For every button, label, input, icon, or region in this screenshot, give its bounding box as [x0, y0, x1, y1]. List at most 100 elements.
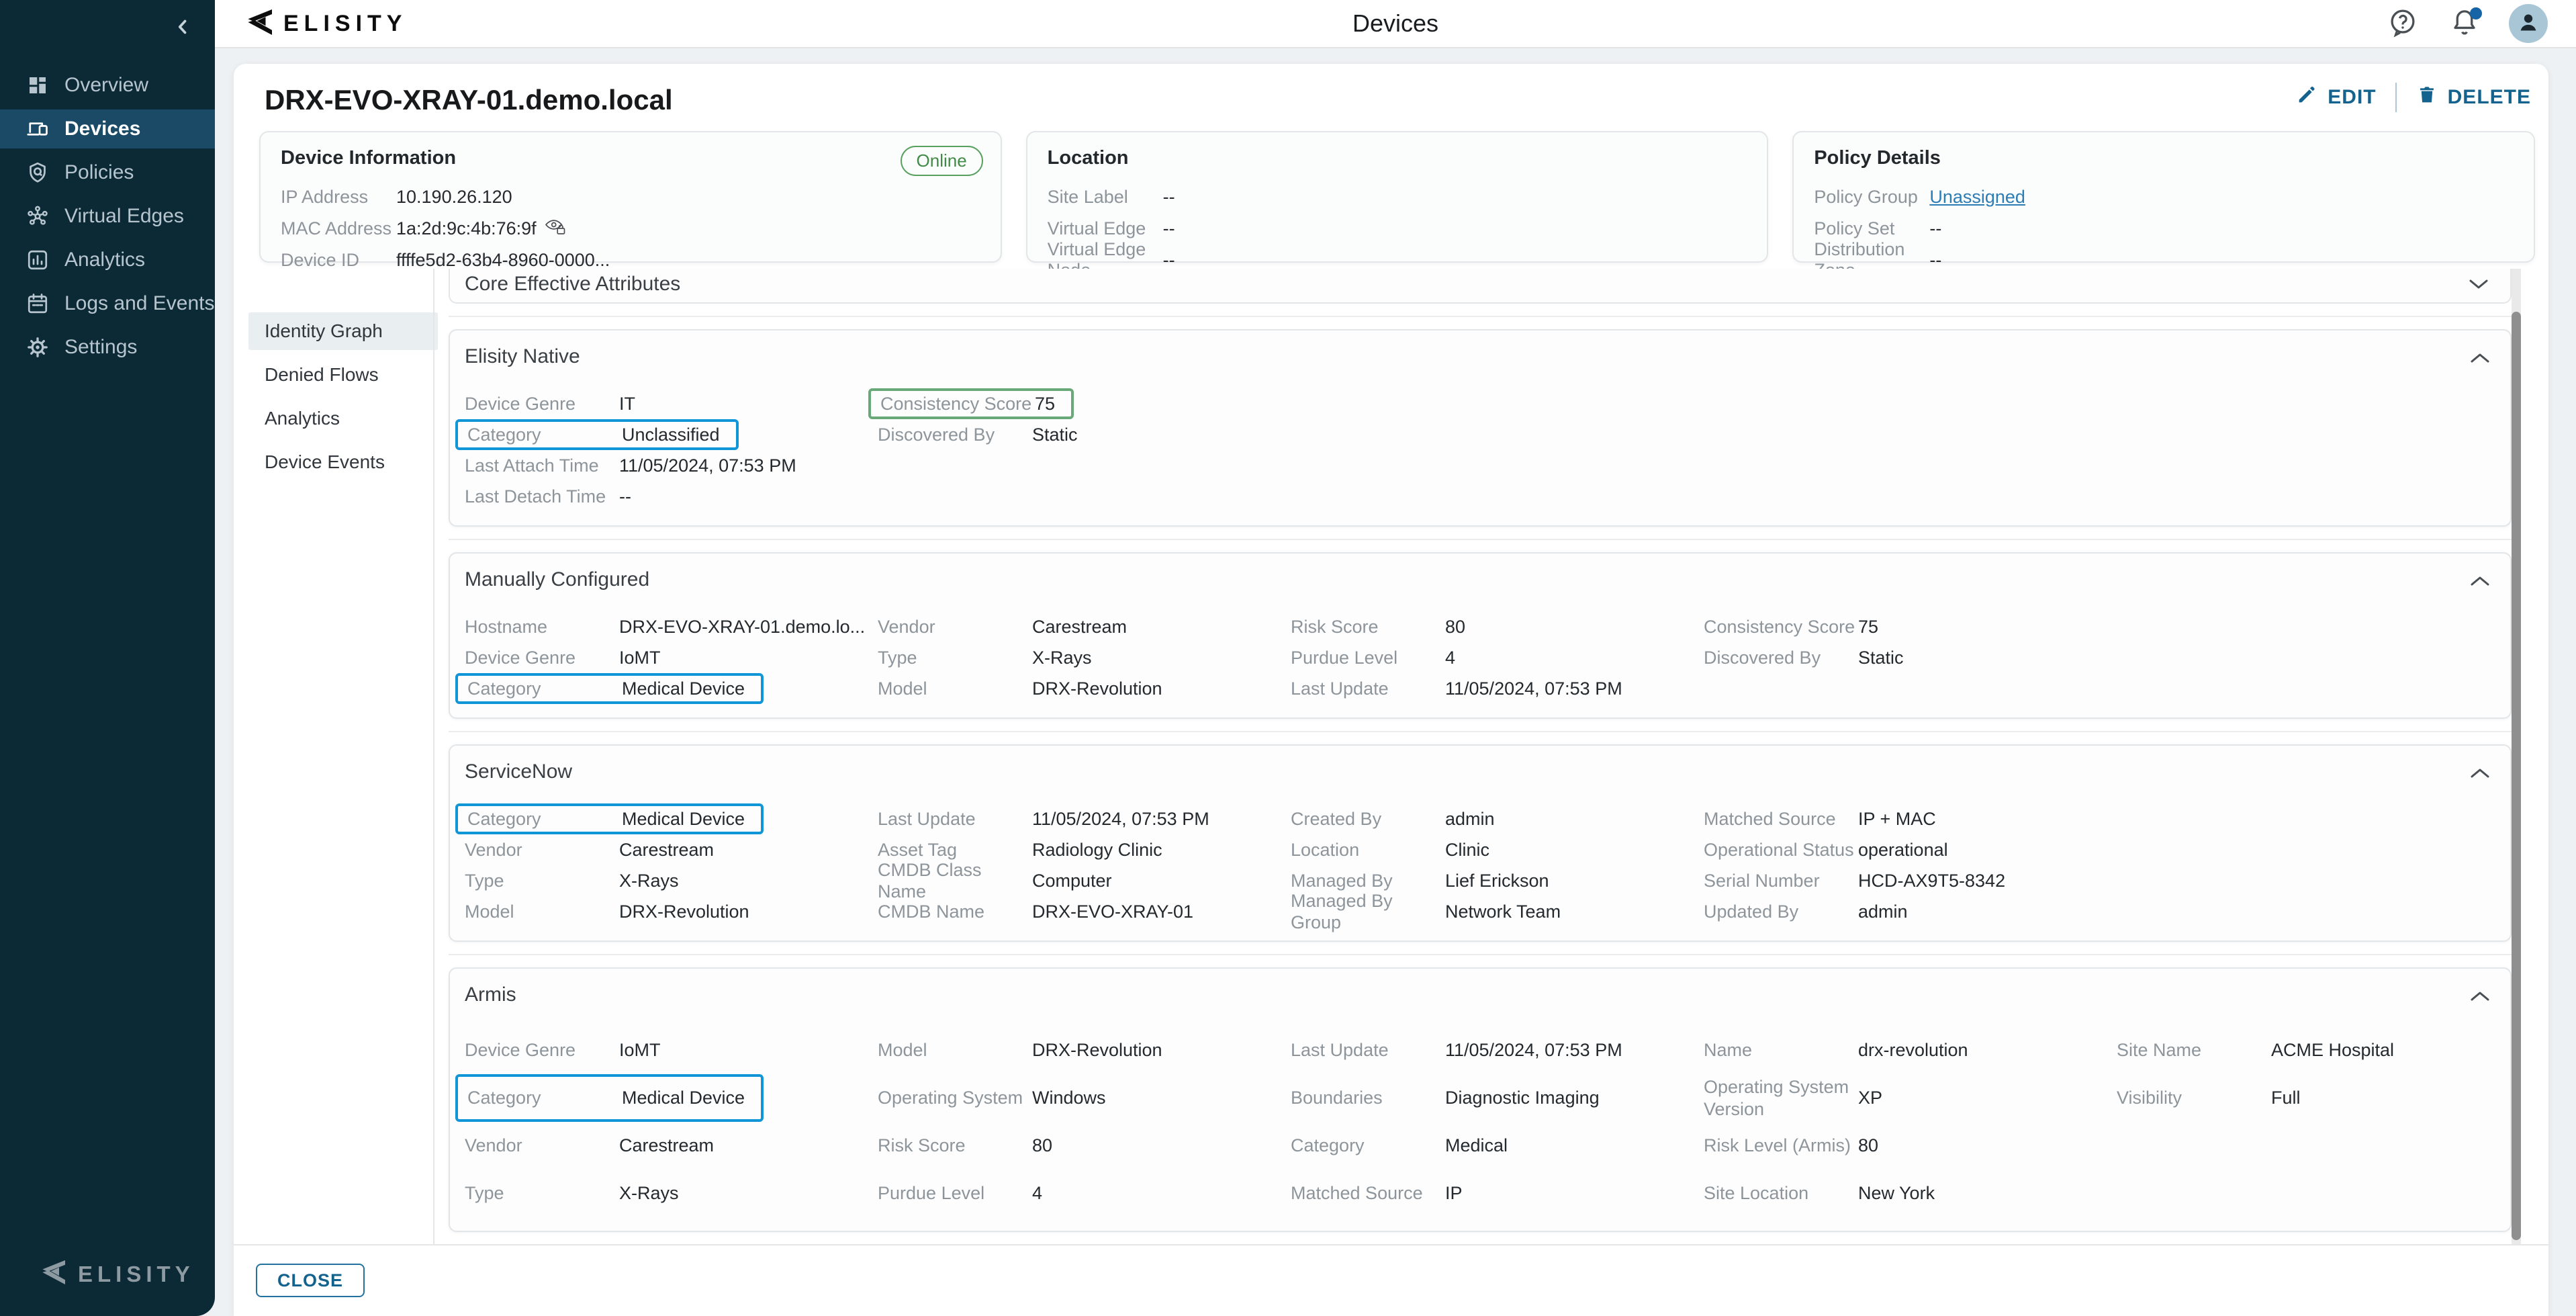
chevron-up-icon[interactable]	[2469, 351, 2491, 365]
field-label: CMDB Class Name	[878, 859, 1032, 903]
field-label: Created By	[1291, 808, 1445, 830]
field-last-update: Last Update11/05/2024, 07:53 PM	[1291, 1026, 1704, 1074]
shield-icon	[26, 161, 50, 185]
field-last-detach-time: Last Detach Time--	[465, 481, 878, 512]
field-last-update: Last Update11/05/2024, 07:53 PM	[1291, 673, 1704, 704]
sidebar-item-virtual-edges[interactable]: Virtual Edges	[0, 197, 215, 236]
page-header-title: Devices	[215, 0, 2576, 47]
edit-button[interactable]: EDIT	[2295, 83, 2376, 112]
chevron-up-icon[interactable]	[2469, 766, 2491, 781]
field-label: Model	[878, 678, 1032, 699]
field-operating-system-version: Operating System VersionXP	[1704, 1074, 2117, 1122]
field-model: ModelDRX-Revolution	[878, 1026, 1291, 1074]
section-manually-configured: Manually ConfiguredHostnameDRX-EVO-XRAY-…	[449, 552, 2512, 719]
field-label: Type	[465, 1182, 619, 1204]
chevron-down-icon[interactable]	[2467, 277, 2490, 292]
tab-device-events[interactable]: Device Events	[248, 443, 438, 481]
field-value: --	[619, 486, 631, 507]
tab-analytics[interactable]: Analytics	[248, 400, 438, 437]
sidebar-item-overview[interactable]: Overview	[0, 66, 215, 105]
field-label: Category	[467, 808, 622, 830]
field-value: Medical Device	[622, 1088, 745, 1108]
sidebar-menu: Overview Devices Policies Virtual Edges Anal…	[0, 66, 215, 371]
section-armis: ArmisDevice GenreIoMTCategoryMedical Dev…	[449, 967, 2512, 1232]
field-value: drx-revolution	[1858, 1040, 1968, 1061]
tab-identity-graph[interactable]: Identity Graph	[248, 312, 438, 350]
field-cmdb-class-name: CMDB Class NameComputer	[878, 865, 1291, 896]
field-label: Last Update	[1291, 678, 1445, 699]
chevron-up-icon[interactable]	[2469, 574, 2491, 588]
chevron-left-icon	[171, 15, 194, 42]
section-title: Manually Configured	[465, 568, 2491, 591]
highlighted-field-category: CategoryUnclassified	[455, 419, 739, 450]
field-category: CategoryMedical	[1291, 1122, 1704, 1170]
field-value: DRX-EVO-XRAY-01	[1032, 902, 1193, 922]
card-title: Location	[1048, 147, 1747, 169]
field-label: Purdue Level	[878, 1182, 1032, 1204]
field-label: Boundaries	[1291, 1087, 1445, 1108]
tab-denied-flows[interactable]: Denied Flows	[248, 356, 438, 394]
field-label: Operating System Version	[1704, 1076, 1858, 1120]
field-label: Risk Level (Armis)	[1704, 1135, 1858, 1156]
close-button[interactable]: CLOSE	[256, 1264, 365, 1297]
ip-address-value: 10.190.26.120	[396, 187, 512, 208]
field-value: New York	[1858, 1183, 1935, 1204]
field-label: Hostname	[465, 616, 619, 638]
device-information-card: Device Information Online IP Address 10.…	[259, 131, 1002, 263]
section-title: ServiceNow	[465, 760, 2491, 783]
device-title: DRX-EVO-XRAY-01.demo.local	[265, 84, 673, 116]
field-label: Updated By	[1704, 901, 1858, 922]
field-last-update: Last Update11/05/2024, 07:53 PM	[878, 803, 1291, 834]
field-label: Operating System	[878, 1087, 1032, 1108]
field-value: 75	[1035, 394, 1055, 414]
field-label: Last Update	[1291, 1039, 1445, 1061]
notifications-button[interactable]	[2447, 6, 2482, 41]
sidebar-item-settings[interactable]: Settings	[0, 328, 215, 367]
field-type: TypeX-Rays	[878, 642, 1291, 673]
field-value: Computer	[1032, 871, 1112, 891]
field-value: Radiology Clinic	[1032, 840, 1162, 861]
device-actions: EDIT DELETE	[2295, 83, 2531, 112]
field-label: Category	[467, 424, 622, 445]
section-separator	[449, 954, 2512, 955]
status-badge: Online	[901, 146, 983, 176]
field-vendor: VendorCarestream	[878, 611, 1291, 642]
field-label: Purdue Level	[1291, 647, 1445, 668]
policy-group-link[interactable]: Unassigned	[1929, 187, 2025, 208]
field-value: Static	[1858, 648, 1904, 668]
field-site-name: Site NameACME Hospital	[2117, 1026, 2530, 1074]
sidebar-item-label: Analytics	[64, 249, 145, 271]
user-avatar[interactable]	[2509, 4, 2548, 43]
field-name: Namedrx-revolution	[1704, 1026, 2117, 1074]
topbar: ELISITY Devices	[215, 0, 2576, 48]
field-value: 75	[1858, 617, 1878, 638]
tabs-content-divider	[433, 269, 434, 1244]
field-label: Risk Score	[878, 1135, 1032, 1156]
field-value: HCD-AX9T5-8342	[1858, 871, 2005, 891]
sidebar-item-analytics[interactable]: Analytics	[0, 240, 215, 279]
sidebar-item-logs-and-events[interactable]: Logs and Events	[0, 284, 215, 323]
field-value: X-Rays	[1032, 648, 1092, 668]
field-type: TypeX-Rays	[465, 865, 878, 896]
sidebar-collapse-button[interactable]	[168, 13, 197, 43]
scrollbar-thumb[interactable]	[2512, 312, 2521, 1240]
card-row: Policy Set --	[1814, 217, 2514, 240]
field-label: Category	[467, 1087, 622, 1108]
delete-button[interactable]: DELETE	[2416, 83, 2531, 112]
help-button[interactable]	[2385, 6, 2420, 41]
mac-privacy-icon[interactable]	[545, 218, 566, 240]
summary-cards-row: Device Information Online IP Address 10.…	[259, 131, 2535, 263]
policy-details-card: Policy Details Policy Group Unassigned P…	[1792, 131, 2535, 263]
field-label: Consistency Score	[1704, 616, 1858, 638]
field-label: CMDB Name	[878, 901, 1032, 922]
sidebar-item-policies[interactable]: Policies	[0, 153, 215, 192]
chevron-up-icon[interactable]	[2469, 989, 2491, 1004]
field-value: 11/05/2024, 07:53 PM	[1445, 678, 1622, 699]
field-label: Managed By Group	[1291, 890, 1445, 934]
field-label: Location	[1291, 839, 1445, 861]
sidebar-item-devices[interactable]: Devices	[0, 109, 215, 148]
field-location: LocationClinic	[1291, 834, 1704, 865]
field-label: Serial Number	[1704, 870, 1858, 891]
field-serial-number: Serial NumberHCD-AX9T5-8342	[1704, 865, 2117, 896]
field-operational-status: Operational Statusoperational	[1704, 834, 2117, 865]
